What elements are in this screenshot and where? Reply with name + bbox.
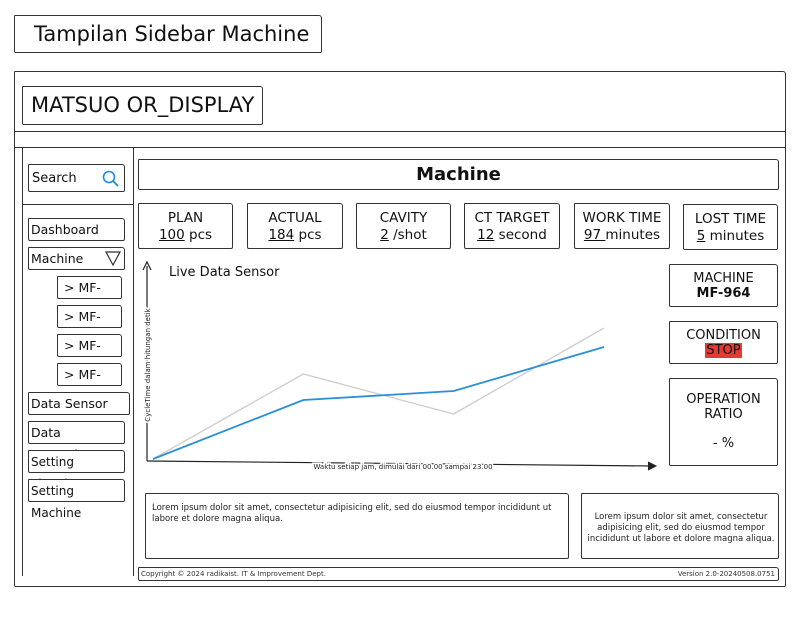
stat-plan: PLAN 100 pcs — [138, 203, 233, 249]
footer-info-left: Lorem ipsum dolor sit amet, consectetur … — [145, 493, 569, 559]
stat-lost-time-value: 5 — [696, 228, 706, 244]
header-divider — [14, 131, 786, 132]
sidebar-item-mf-965[interactable]: > MF-965 — [57, 305, 122, 346]
stat-plan-unit: pcs — [189, 227, 213, 243]
app-title: MATSUO OR_DISPLAY — [22, 86, 263, 125]
machine-card-label: MACHINE — [693, 271, 754, 286]
stat-work-time-label: WORK TIME — [582, 210, 662, 226]
stat-lost-time-unit: minutes — [709, 228, 765, 244]
wireframe-caption: Tampilan Sidebar Machine — [14, 15, 322, 53]
stat-work-time-value: 97 — [583, 227, 606, 243]
sidebar-item-mf-967[interactable]: > MF-967 — [57, 363, 122, 404]
machine-card: MACHINE MF-964 — [669, 264, 778, 307]
stat-actual-value: 184 — [268, 227, 295, 243]
stat-plan-label: PLAN — [167, 210, 204, 226]
stat-ct-target-value: 12 — [477, 227, 495, 243]
stat-cavity: CAVITY 2 /shot — [356, 203, 451, 249]
chart-title: Live Data Sensor — [169, 265, 280, 280]
footer-info-right: Lorem ipsum dolor sit amet, consectetur … — [581, 493, 779, 559]
stat-plan-value: 100 — [158, 227, 185, 243]
stat-ct-target-label: CT TARGET — [474, 210, 550, 226]
footer-info-right-text: Lorem ipsum dolor sit amet, consectetur … — [587, 512, 775, 544]
status-badge: STOP — [705, 343, 742, 358]
stat-lost-time: LOST TIME 5 minutes — [683, 204, 778, 250]
stat-actual: ACTUAL 184 pcs — [247, 203, 343, 249]
stat-cavity-value: 2 — [380, 227, 389, 243]
stat-ct-target-unit: second — [498, 227, 547, 243]
footer-info-left-text: Lorem ipsum dolor sit amet, consectetur … — [152, 503, 552, 524]
stat-lost-time-label: LOST TIME — [694, 211, 767, 227]
operation-ratio-label-2: RATIO — [704, 407, 743, 422]
stat-actual-unit: pcs — [298, 227, 322, 243]
stat-ct-target: CT TARGET 12 second — [464, 203, 560, 249]
machine-card-value: MF-964 — [696, 286, 751, 301]
stat-work-time: WORK TIME 97 minutes — [574, 203, 670, 249]
operation-ratio-card: OPERATION RATIO - % — [669, 378, 778, 466]
sidebar-item-setting-machine[interactable]: Setting Machine — [28, 479, 125, 520]
sidebar-item-setting-planning[interactable]: Setting Planning — [28, 450, 125, 491]
stat-actual-label: ACTUAL — [268, 210, 322, 226]
sidebar-item-mf-964[interactable]: > MF-964 — [57, 276, 122, 317]
sidebar-item-mf-966[interactable]: > MF-966 — [57, 334, 122, 375]
sidebar-item-data-perangkat[interactable]: Data Perangkat — [28, 421, 125, 462]
stat-work-time-unit: minutes — [605, 227, 661, 243]
stat-cavity-unit: /shot — [393, 227, 427, 243]
sidebar-item-dashboard[interactable]: Dashboard — [28, 218, 125, 241]
sidebar-item-machine-label: Machine — [31, 251, 84, 266]
condition-card: CONDITION STOP — [669, 321, 778, 364]
operation-ratio-label-1: OPERATION — [686, 392, 761, 407]
sidebar-item-machine[interactable]: Machine — [28, 247, 125, 270]
page-title: Machine — [138, 159, 779, 190]
stat-cavity-label: CAVITY — [379, 210, 428, 226]
version-text: Version 2.0-20240508.0751 — [677, 570, 775, 578]
copyright-text: Copyright © 2024 radikaist. IT & Improve… — [141, 570, 326, 578]
copyright-bar: Copyright © 2024 radikaist. IT & Improve… — [138, 567, 779, 581]
sidebar-item-data-sensor[interactable]: Data Sensor — [28, 392, 130, 415]
condition-card-label: CONDITION — [686, 328, 761, 343]
operation-ratio-value: - % — [712, 436, 735, 451]
chevron-down-icon[interactable] — [104, 250, 122, 273]
